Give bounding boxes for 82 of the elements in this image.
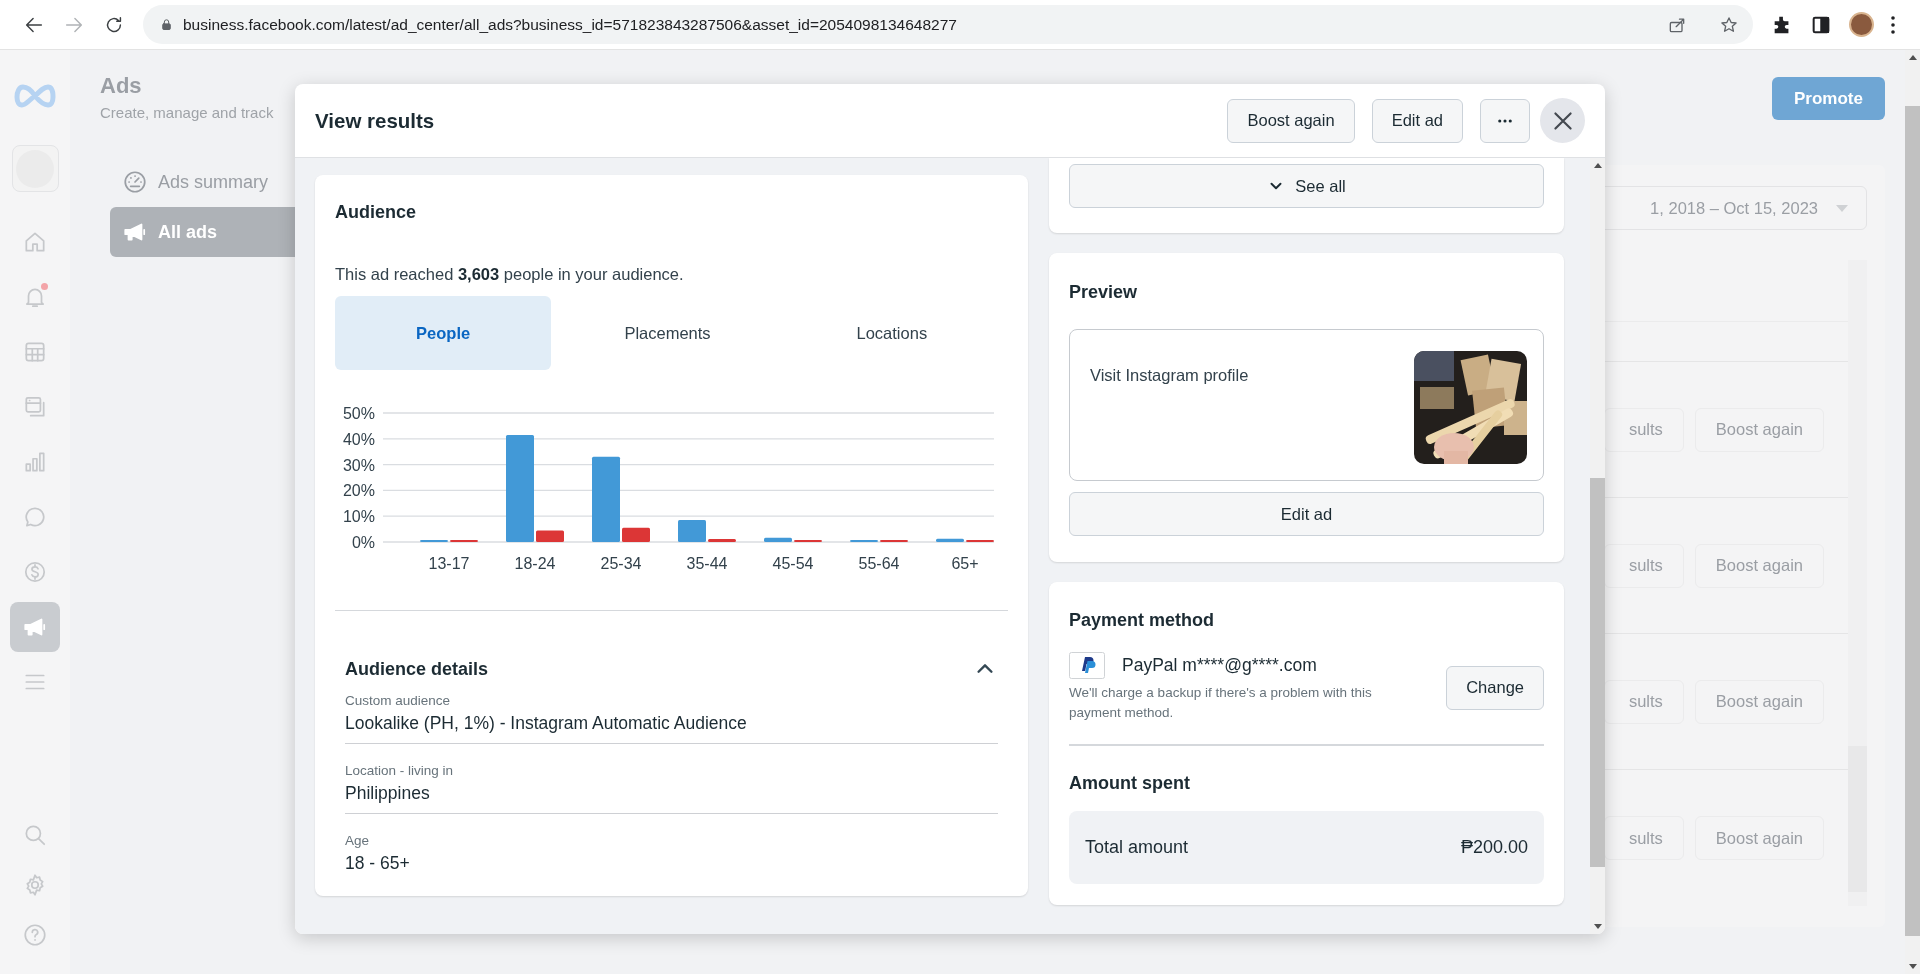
ad-preview[interactable]: Visit Instagram profile (1069, 329, 1544, 481)
tick-label: 50% (342, 405, 375, 422)
card-title: Payment method (1069, 609, 1216, 631)
tick-label: 40% (342, 430, 375, 448)
action-button[interactable]: Edit ad (1371, 98, 1463, 143)
pages-icon (22, 394, 48, 420)
address-bar[interactable]: business.facebook.com/latest/ad_center/all_ads?business_id=571823843287506&asset_id=2054098134648277 (143, 5, 1753, 44)
axis-label: 18-24 (514, 555, 556, 572)
bar (794, 539, 822, 542)
bar (536, 530, 564, 542)
field-value: Lookalike (PH, 1%) - Instagram Automatic Audience (345, 712, 748, 734)
view-results-button[interactable]: sults (1603, 407, 1684, 452)
lock-icon (159, 17, 174, 32)
kebab-menu-icon[interactable] (1891, 15, 1895, 34)
total-value: ₱200.00 (1460, 837, 1528, 858)
field-value: Philippines (345, 782, 431, 804)
infinity-logo-icon (14, 84, 56, 108)
promote-button[interactable]: Promote (1772, 77, 1885, 120)
bar (420, 539, 448, 542)
change-button[interactable]: Change (1446, 665, 1544, 710)
view-results-button[interactable]: sults (1603, 816, 1684, 860)
bar-chart-icon (22, 449, 48, 475)
field-label: Age (345, 833, 371, 849)
bar (708, 538, 736, 542)
dialog-title: View results (315, 108, 436, 133)
tick-label: 20% (342, 482, 375, 500)
bar (450, 539, 478, 542)
megaphone-nav-button[interactable] (10, 602, 60, 652)
bar (764, 537, 792, 542)
reach-text: This ad reached 3,603 people in your audience. (335, 264, 685, 285)
bar (936, 538, 964, 542)
action-button[interactable]: Boost again (1227, 98, 1355, 143)
page-title: Ads (100, 72, 142, 100)
page-subtitle: Create, manage and track (100, 104, 274, 121)
see-all-button[interactable]: See all (1069, 164, 1544, 208)
bar (678, 520, 706, 542)
boost-again-button[interactable]: Boost again (1694, 679, 1824, 724)
star-icon (1719, 14, 1739, 35)
card-title: Amount spent (1069, 772, 1191, 794)
field-value: 18 - 65+ (345, 852, 411, 874)
axis-label: 45-54 (772, 555, 814, 572)
search-icon (22, 822, 48, 848)
tab[interactable]: Locations (783, 296, 1000, 370)
close-button[interactable] (1540, 98, 1585, 143)
profile-avatar[interactable] (1849, 12, 1874, 37)
preview-text: Visit Instagram profile (1090, 366, 1249, 386)
help-icon (22, 922, 48, 948)
field-label: Custom audience (345, 693, 452, 709)
payment-note: We'll charge a backup if there's a problem with this payment method. (1069, 684, 1373, 722)
more-button[interactable] (1480, 98, 1530, 143)
axis-label: 25-34 (600, 555, 642, 572)
bar (622, 527, 650, 542)
payment-logo-icon (1069, 652, 1105, 679)
axis-label: 35-44 (686, 555, 728, 572)
bar (850, 539, 878, 542)
bar (966, 539, 994, 542)
boost-again-button[interactable]: Boost again (1694, 407, 1824, 452)
dialog-scrollbar[interactable] (1590, 158, 1605, 934)
boost-again-button[interactable]: Boost again (1694, 816, 1824, 860)
tab[interactable]: People (335, 296, 552, 370)
total-label: Total amount (1085, 837, 1189, 858)
tick-label: 0% (351, 534, 375, 551)
payment-method-text: PayPal m****@g****.com (1122, 655, 1317, 676)
boost-again-button[interactable]: Boost again (1694, 543, 1824, 588)
edit-ad-button[interactable]: Edit ad (1069, 492, 1544, 536)
section-title: Audience details (345, 658, 490, 680)
tick-label: 10% (342, 508, 375, 526)
more-icon (1498, 118, 1512, 123)
bar (880, 539, 908, 542)
tick-label: 30% (342, 456, 375, 474)
axis-label: 13-17 (428, 555, 470, 572)
tab[interactable]: Placements (559, 296, 776, 370)
card-title: Preview (1069, 281, 1139, 303)
url-text: business.facebook.com/latest/ad_center/all_ads?business_id=571823843287506&asset_id=2054098134648277 (183, 15, 958, 34)
axis-label: 55-64 (858, 555, 900, 572)
gauge-icon (122, 169, 148, 195)
dollar-icon (22, 559, 48, 585)
table-icon (22, 339, 48, 365)
field-label: Location - living in (345, 763, 455, 779)
view-results-button[interactable]: sults (1603, 679, 1684, 724)
axis-label: 65+ (951, 555, 979, 572)
view-results-button[interactable]: sults (1603, 543, 1684, 588)
